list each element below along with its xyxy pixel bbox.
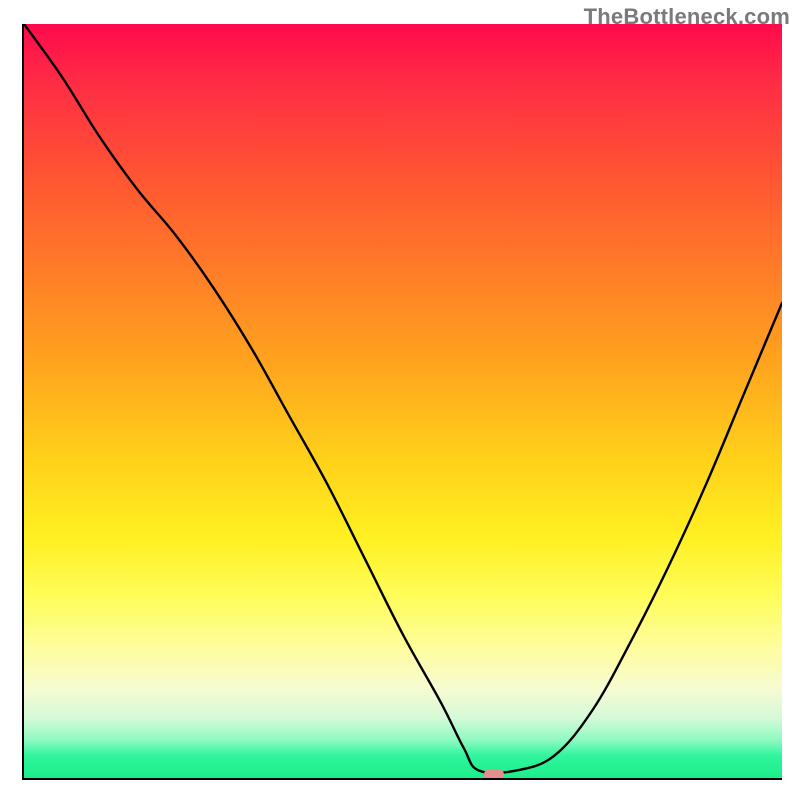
minimum-marker (484, 769, 504, 780)
plot-area (22, 24, 782, 780)
bottleneck-curve (24, 24, 782, 778)
chart-frame: TheBottleneck.com (0, 0, 800, 800)
